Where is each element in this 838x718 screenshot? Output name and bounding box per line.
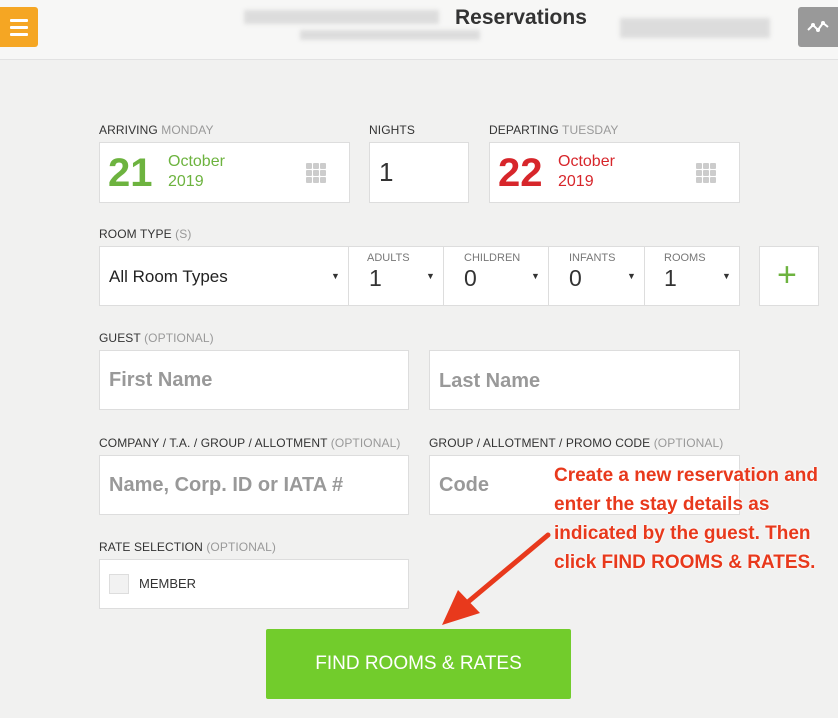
last-name-field[interactable]: Last Name [429, 350, 740, 410]
annotation-arrow [442, 532, 551, 625]
caret-down-icon: ▼ [426, 271, 435, 281]
caret-down-icon: ▼ [627, 271, 636, 281]
add-room-button[interactable]: + [759, 246, 819, 306]
departure-date-picker[interactable]: 22 October 2019 [489, 142, 740, 203]
nights-label: NIGHTS [369, 123, 415, 137]
departure-month-year: October 2019 [558, 153, 615, 190]
find-rooms-rates-button[interactable]: FIND ROOMS & RATES [266, 629, 571, 699]
guest-label: GUEST (OPTIONAL) [99, 331, 214, 345]
activity-icon [807, 21, 829, 32]
top-bar: Reservations [0, 0, 838, 60]
company-field[interactable]: Name, Corp. ID or IATA # [99, 455, 409, 515]
calendar-icon [306, 163, 326, 183]
annotation-text: Create a new reservation and enter the s… [554, 465, 818, 573]
room-type-select[interactable]: All Room Types ▼ [99, 246, 349, 306]
arrival-date-picker[interactable]: 21 October 2019 [99, 142, 350, 203]
rate-selection-panel: MEMBER [99, 559, 409, 609]
caret-down-icon: ▼ [722, 271, 731, 281]
rate-selection-label: RATE SELECTION (OPTIONAL) [99, 540, 276, 554]
nights-input[interactable]: 1 [369, 142, 469, 203]
page-title: Reservations [455, 6, 587, 29]
room-type-label: ROOM TYPE (S) [99, 227, 192, 241]
calendar-icon [696, 163, 716, 183]
caret-down-icon: ▼ [331, 271, 340, 281]
promo-code-label: GROUP / ALLOTMENT / PROMO CODE (OPTIONAL… [429, 436, 724, 450]
hamburger-icon [10, 18, 28, 22]
redacted-text [620, 18, 770, 38]
arrival-month-year: October 2019 [168, 153, 225, 190]
departure-day: 22 [498, 151, 543, 195]
arriving-label: ARRIVING MONDAY [99, 123, 214, 137]
redacted-text [244, 10, 439, 24]
departing-label: DEPARTING TUESDAY [489, 123, 619, 137]
rooms-select[interactable]: ROOMS 1 ▼ [644, 246, 740, 306]
member-label: MEMBER [139, 576, 197, 591]
member-checkbox[interactable] [109, 574, 129, 594]
company-label: COMPANY / T.A. / GROUP / ALLOTMENT (OPTI… [99, 436, 401, 450]
activity-button[interactable] [798, 7, 838, 47]
first-name-field[interactable]: First Name [99, 350, 409, 410]
plus-icon: + [777, 256, 797, 294]
arrival-day: 21 [108, 151, 153, 195]
caret-down-icon: ▼ [531, 271, 540, 281]
adults-select[interactable]: ADULTS 1 ▼ [348, 246, 444, 306]
infants-select[interactable]: INFANTS 0 ▼ [548, 246, 645, 306]
redacted-text [300, 30, 480, 40]
children-select[interactable]: CHILDREN 0 ▼ [443, 246, 549, 306]
menu-button[interactable] [0, 7, 38, 47]
